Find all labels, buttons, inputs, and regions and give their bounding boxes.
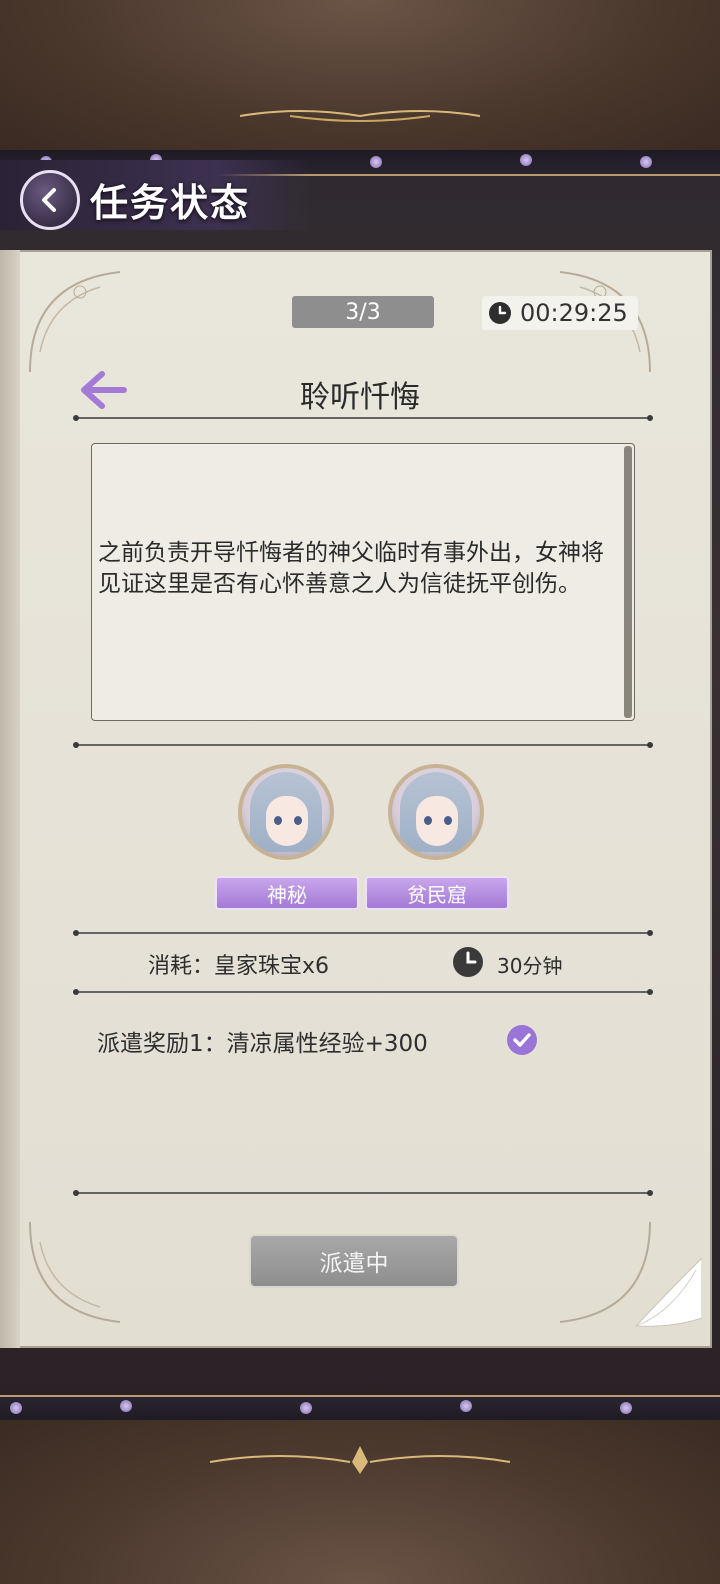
character-tag: 贫民窟 [365, 876, 509, 910]
corner-ornament-bottom-left [29, 1221, 121, 1323]
top-ornament [239, 110, 481, 122]
page-curl-icon[interactable] [632, 1258, 702, 1330]
dispatch-button[interactable]: 派遣中 [249, 1234, 459, 1288]
check-icon [507, 1025, 537, 1055]
bottom-ornament [209, 1446, 511, 1474]
cost-label: 消耗：皇家珠宝x6 [148, 954, 330, 979]
task-description: 之前负责开导忏悔者的神父临时有事外出，女神将见证这里是否有心怀善意之人为信徒抚平… [98, 540, 604, 597]
book-spine [0, 250, 20, 1348]
task-counter: 3/3 [292, 296, 434, 328]
character-avatar[interactable] [238, 764, 334, 860]
clock-icon [489, 302, 511, 324]
reward-label: 派遣奖励1：清凉属性经验+300 [97, 1031, 428, 1057]
duration-label: 30分钟 [497, 954, 563, 978]
countdown-timer: 00:29:25 [482, 296, 638, 330]
divider [73, 742, 653, 748]
divider [73, 1190, 653, 1196]
clock-icon [453, 947, 483, 977]
divider [73, 930, 653, 936]
bottom-vine-border [0, 1395, 720, 1423]
timer-text: 00:29:25 [520, 299, 628, 327]
character-tag: 神秘 [215, 876, 359, 910]
corner-ornament-top-left [29, 271, 121, 373]
page-title: 任务状态 [90, 181, 251, 225]
character-avatar[interactable] [388, 764, 484, 860]
divider [73, 989, 653, 995]
back-button[interactable] [20, 170, 80, 230]
task-title: 聆听忏悔 [300, 380, 420, 415]
divider [73, 415, 653, 421]
chevron-left-icon [42, 188, 56, 212]
description-scrollbar[interactable] [624, 446, 632, 718]
arrow-left-icon[interactable] [80, 370, 128, 410]
